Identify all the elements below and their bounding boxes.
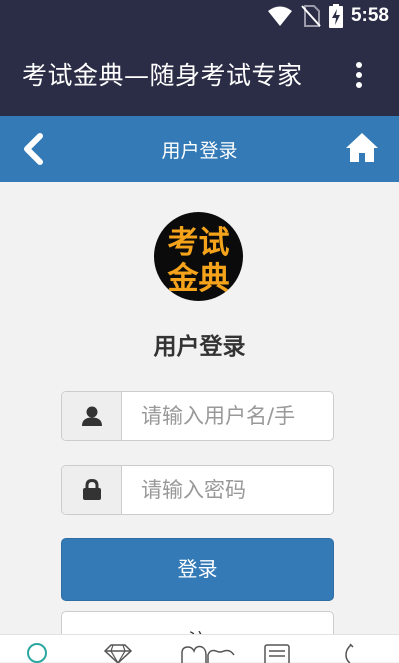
phone-icon[interactable] — [338, 641, 360, 663]
wifi-icon — [267, 6, 292, 26]
battery-charging-icon — [328, 4, 343, 28]
hands-icon[interactable] — [180, 641, 236, 663]
diamond-icon[interactable] — [102, 641, 134, 663]
password-input[interactable] — [122, 466, 333, 514]
logo-graphic: 考试 金典 — [167, 225, 230, 297]
more-vert-icon[interactable] — [353, 60, 365, 90]
document-icon[interactable] — [263, 641, 291, 663]
home-icon[interactable] — [345, 131, 379, 163]
no-sim-icon — [301, 5, 321, 27]
password-field — [61, 465, 334, 515]
user-icon — [81, 406, 102, 426]
app-logo: 考试 金典 — [154, 212, 243, 301]
status-time: 5:58 — [350, 5, 389, 26]
status-icons: 5:58 — [267, 3, 389, 29]
logo-text-line1: 考试 — [168, 225, 230, 261]
lock-icon — [82, 479, 101, 500]
nav-title: 用户登录 — [161, 140, 238, 162]
app-title: 考试金典—随身考试专家 — [22, 61, 303, 90]
bottom-tab-bar — [0, 634, 399, 663]
login-heading: 用户登录 — [153, 334, 246, 360]
logo-text-line2: 金典 — [167, 261, 230, 297]
nav-bar: 用户登录 — [0, 116, 399, 182]
app-bar: 考试金典—随身考试专家 — [0, 32, 399, 116]
username-input[interactable] — [122, 392, 333, 440]
status-bar: 5:58 — [0, 0, 399, 32]
password-addon — [62, 466, 122, 514]
username-addon — [62, 392, 122, 440]
search-icon[interactable] — [26, 641, 50, 663]
username-field — [61, 391, 334, 441]
login-button[interactable]: 登录 — [61, 538, 334, 601]
